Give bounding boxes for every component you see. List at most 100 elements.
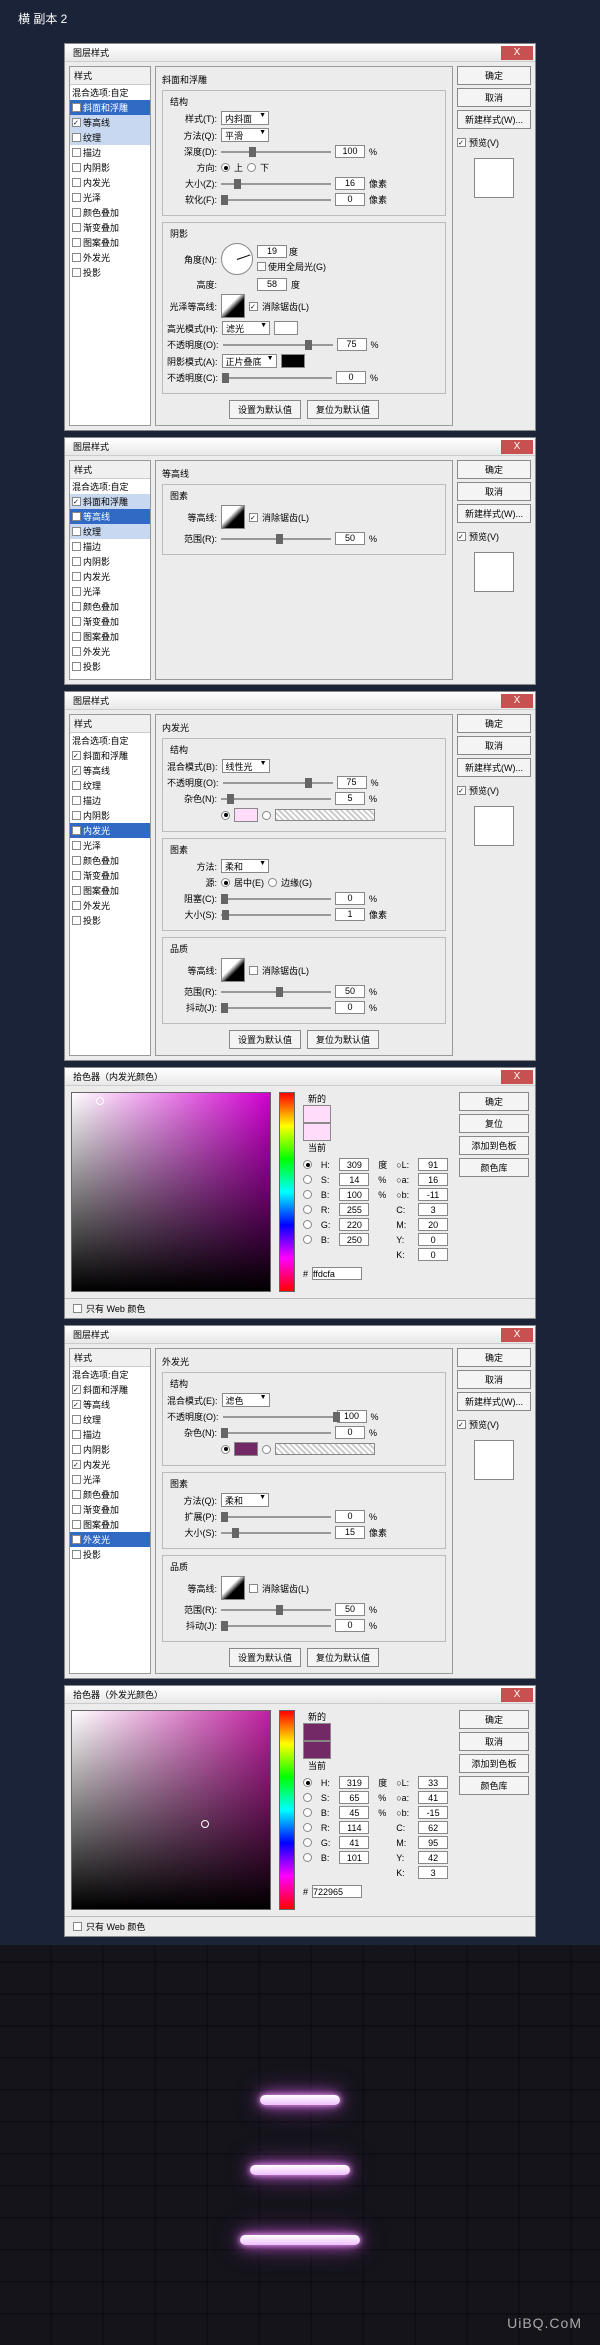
hlop-slider[interactable] [223,344,333,346]
style-gradoverlay[interactable]: 渐变叠加 [70,1502,150,1517]
range-slider[interactable] [221,991,331,993]
shmode-select[interactable]: 正片叠底 [222,354,277,368]
l-input[interactable] [418,1776,448,1789]
add-swatch-button[interactable]: 添加到色板 [459,1136,529,1155]
contour-swatch[interactable] [221,505,245,529]
m-input[interactable] [418,1218,448,1231]
tech-select[interactable]: 柔和 [221,1493,269,1507]
k-input[interactable] [418,1866,448,1879]
cancel-button[interactable]: 取消 [457,482,531,501]
style-patoverlay[interactable]: 图案叠加 [70,883,150,898]
checkbox[interactable] [72,268,81,277]
close-icon[interactable]: X [501,46,533,60]
h-input[interactable] [339,1776,369,1789]
ok-button[interactable]: 确定 [457,460,531,479]
g-input[interactable] [339,1218,369,1231]
checkbox[interactable] [72,856,81,865]
tech-select[interactable]: 柔和 [221,859,269,873]
glow-color[interactable] [234,1442,258,1456]
op-slider[interactable] [223,1416,333,1418]
spread-slider[interactable] [221,1516,331,1518]
angle-dial[interactable] [221,243,253,275]
checkbox[interactable] [72,557,81,566]
size-input[interactable]: 16 [335,177,365,190]
style-bevel[interactable]: 斜面和浮雕 [70,494,150,509]
h-input[interactable] [339,1158,369,1171]
preview-checkbox[interactable] [457,138,466,147]
checkbox[interactable] [72,512,81,521]
sh-color[interactable] [281,354,305,368]
antialias-checkbox[interactable] [249,1584,258,1593]
style-select[interactable]: 内斜面 [221,111,269,125]
s-radio[interactable] [303,1793,312,1802]
checkbox[interactable] [72,223,81,232]
hex-input[interactable] [312,1267,362,1280]
gloss-contour[interactable] [221,294,245,318]
soften-input[interactable]: 0 [335,193,365,206]
b-radio[interactable] [303,1808,312,1817]
src-edge-radio[interactable] [268,878,277,887]
altitude-input[interactable]: 58 [257,278,287,291]
checkbox[interactable] [72,208,81,217]
style-outerglow[interactable]: 外发光 [70,644,150,659]
antialias-checkbox[interactable] [249,966,258,975]
r-radio[interactable] [303,1823,312,1832]
checkbox[interactable] [72,542,81,551]
bb-input[interactable] [418,1188,448,1201]
blend-options[interactable]: 混合选项:自定 [70,733,150,748]
ok-button[interactable]: 确定 [459,1092,529,1111]
op-slider[interactable] [223,782,333,784]
jitter-input[interactable]: 0 [335,1619,365,1632]
checkbox[interactable] [72,796,81,805]
a-input[interactable] [418,1173,448,1186]
g-input[interactable] [339,1836,369,1849]
checkbox[interactable] [72,118,81,127]
blend-options[interactable]: 混合选项:自定 [70,85,150,100]
checkbox[interactable] [72,886,81,895]
checkbox[interactable] [72,1460,81,1469]
hue-slider[interactable] [279,1092,295,1292]
contour-swatch[interactable] [221,958,245,982]
tech-select[interactable]: 平滑 [221,128,269,142]
style-texture[interactable]: 纹理 [70,778,150,793]
range-slider[interactable] [221,538,331,540]
antialias-checkbox[interactable] [249,302,258,311]
r-input[interactable] [339,1821,369,1834]
reset-default-button[interactable]: 复位为默认值 [307,1648,379,1667]
cancel-button[interactable]: 取消 [457,1370,531,1389]
checkbox[interactable] [72,1550,81,1559]
checkbox[interactable] [72,766,81,775]
k-input[interactable] [418,1248,448,1261]
checkbox[interactable] [72,163,81,172]
style-innerglow[interactable]: 内发光 [70,1457,150,1472]
color-radio[interactable] [221,1445,230,1454]
titlebar[interactable]: 拾色器（内发光颜色） X [65,1068,535,1086]
blend-select[interactable]: 滤色 [222,1393,270,1407]
style-dropshadow[interactable]: 投影 [70,913,150,928]
checkbox[interactable] [72,1505,81,1514]
checkbox[interactable] [72,1475,81,1484]
current-color[interactable] [303,1741,331,1759]
make-default-button[interactable]: 设置为默认值 [229,1030,301,1049]
checkbox[interactable] [72,751,81,760]
gradient-swatch[interactable] [275,809,375,821]
s-input[interactable] [339,1791,369,1804]
checkbox[interactable] [72,841,81,850]
size-input[interactable]: 15 [335,1526,365,1539]
checkbox[interactable] [72,133,81,142]
color-field[interactable] [71,1710,271,1910]
bb-input[interactable] [418,1806,448,1819]
c-input[interactable] [418,1821,448,1834]
b-input[interactable] [339,1806,369,1819]
depth-input[interactable]: 100 [335,145,365,158]
checkbox[interactable] [72,617,81,626]
make-default-button[interactable]: 设置为默认值 [229,1648,301,1667]
style-contour[interactable]: 等高线 [70,763,150,778]
checkbox[interactable] [72,916,81,925]
style-satin[interactable]: 光泽 [70,584,150,599]
style-coloroverlay[interactable]: 颜色叠加 [70,1487,150,1502]
style-innerglow[interactable]: 内发光 [70,823,150,838]
blend-select[interactable]: 线性光 [222,759,270,773]
style-patoverlay[interactable]: 图案叠加 [70,1517,150,1532]
range-input[interactable]: 50 [335,532,365,545]
